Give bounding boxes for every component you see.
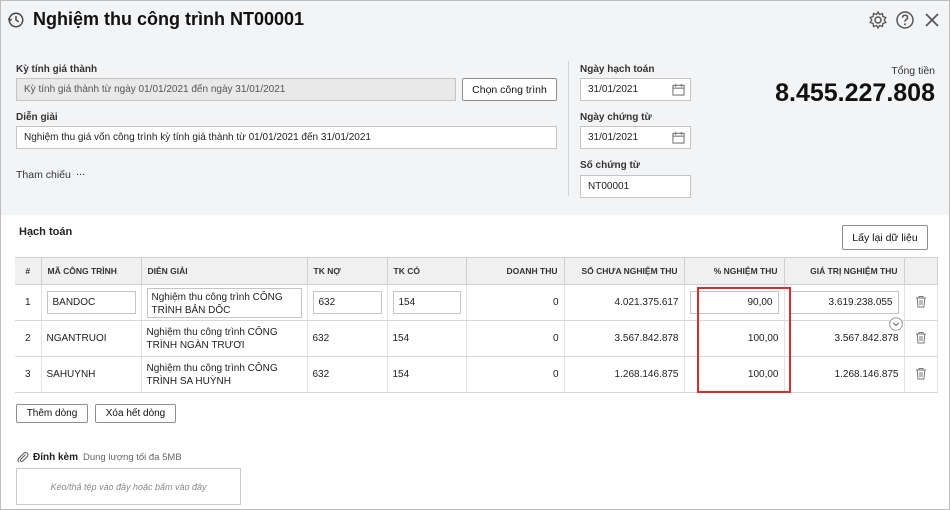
dien-giai-cell[interactable]: Nghiệm thu công trình CÔNG TRÌNH SA HUỲN… [141,356,308,393]
help-icon[interactable] [895,10,915,30]
col-ma-cong-trinh[interactable]: MÃ CÔNG TRÌNH [41,257,142,285]
col-tk-co[interactable]: TK CÓ [387,257,467,285]
calendar-icon[interactable] [672,83,685,96]
header-divider [568,61,569,196]
ngay-chung-tu-label: Ngày chứng từ [580,112,652,123]
so-chua-nghiem-thu-cell: 1.268.146.875 [564,356,685,393]
table-header-row: # MÃ CÔNG TRÌNH DIỄN GIẢI TK NỢ TK CÓ DO… [15,257,938,285]
tk-no-cell[interactable]: 632 [307,356,388,393]
tk-co-cell[interactable]: 154 [387,320,467,357]
hach-toan-title: Hạch toán [19,226,73,238]
ma-cong-trinh-cell[interactable]: SAHUYNH [41,356,142,393]
so-chua-nghiem-thu-cell: 4.021.375.617 [564,284,685,321]
attachment-dropzone[interactable]: Kéo/thả tệp vào đây hoặc bấm vào đây [16,468,241,505]
row-stt: 3 [15,356,42,393]
doanh-thu-cell: 0 [466,356,565,393]
so-chung-tu-field[interactable]: NT00001 [580,175,691,198]
gear-icon[interactable] [868,10,888,30]
tham-chieu-label: Tham chiếu [16,169,71,181]
hach-toan-table: # MÃ CÔNG TRÌNH DIỄN GIẢI TK NỢ TK CÓ DO… [15,257,938,393]
tong-tien-value: 8.455.227.808 [775,79,935,107]
dien-giai-label: Diễn giải [16,112,58,123]
table-row[interactable]: 1 BANDOC Nghiệm thu công trình CÔNG TRÌN… [15,284,938,321]
tong-tien-label: Tổng tiền [891,65,935,77]
table-row[interactable]: 3 SAHUYNH Nghiệm thu công trình CÔNG TRÌ… [15,356,938,393]
dien-giai-input[interactable]: Nghiệm thu công trình CÔNG TRÌNH BẢN DỐC [146,287,302,318]
attachment-label: Đính kèm [33,452,79,463]
ky-tinh-gia-thanh-label: Kỳ tính giá thành [16,64,98,75]
col-stt: # [15,257,42,285]
ngay-chung-tu-value: 31/01/2021 [588,132,639,143]
trash-icon[interactable] [915,295,927,308]
col-so-chua-nghiem-thu[interactable]: SỐ CHƯA NGHIỆM THU [564,257,685,285]
title-bar: Nghiệm thu công trình NT00001 [1,1,949,39]
row-stt: 2 [15,320,42,357]
chon-cong-trinh-button[interactable]: Chọn công trình [462,78,557,101]
col-gia-tri-nghiem-thu[interactable]: GIÁ TRỊ NGHIỆM THU [784,257,905,285]
col-phan-tram-nghiem-thu[interactable]: % NGHIỆM THU [684,257,785,285]
doanh-thu-cell: 0 [466,284,565,321]
ngay-chung-tu-field[interactable]: 31/01/2021 [580,126,691,149]
dien-giai-field[interactable]: Nghiệm thu giá vốn công trình kỳ tính gi… [16,126,557,149]
so-chung-tu-label: Số chứng từ [580,160,641,171]
trash-icon[interactable] [915,367,927,380]
chevron-down-icon[interactable] [889,317,903,331]
so-chua-nghiem-thu-cell: 3.567.842.878 [564,320,685,357]
doanh-thu-cell: 0 [466,320,565,357]
gia-tri-nghiem-thu-cell[interactable]: 1.268.146.875 [784,356,905,393]
phan-tram-nghiem-thu-cell[interactable]: 100,00 [684,356,785,393]
table-row[interactable]: 2 NGANTRUOI Nghiệm thu công trình CÔNG T… [15,320,938,357]
row-stt: 1 [15,284,42,321]
header-panel: Nghiệm thu công trình NT00001 Kỳ tính gi… [1,1,949,215]
col-doanh-thu[interactable]: DOANH THU [466,257,565,285]
phan-tram-nghiem-thu-input[interactable]: 90,00 [689,291,779,314]
tk-co-cell[interactable]: 154 [387,356,467,393]
add-row-button[interactable]: Thêm dòng [16,404,88,423]
tham-chieu-more-button[interactable]: ... [76,166,85,178]
gia-tri-nghiem-thu-input[interactable]: 3.619.238.055 [789,291,899,314]
ngay-hach-toan-field[interactable]: 31/01/2021 [580,78,691,101]
col-dien-giai[interactable]: DIỄN GIẢI [141,257,308,285]
col-tk-no[interactable]: TK NỢ [307,257,388,285]
tk-co-input[interactable]: 154 [392,291,461,314]
window: Nghiệm thu công trình NT00001 Kỳ tính gi… [0,0,950,510]
ma-cong-trinh-cell[interactable]: NGANTRUOI [41,320,142,357]
ngay-hach-toan-value: 31/01/2021 [588,84,639,95]
delete-all-rows-button[interactable]: Xóa hết dòng [95,404,176,423]
tk-no-input[interactable]: 632 [312,291,382,314]
paperclip-icon [17,451,29,463]
ky-tinh-gia-thanh-field[interactable]: Kỳ tính giá thành từ ngày 01/01/2021 đến… [16,78,456,101]
attachment-limit: Dung lượng tối đa 5MB [83,452,182,463]
trash-icon[interactable] [915,331,927,344]
calendar-icon[interactable] [672,131,685,144]
reload-data-button[interactable]: Lấy lại dữ liệu [842,225,928,250]
gia-tri-nghiem-thu-cell[interactable]: 3.567.842.878 [784,320,905,357]
page-title: Nghiệm thu công trình NT00001 [33,9,305,29]
close-icon[interactable] [922,10,942,30]
phan-tram-nghiem-thu-cell[interactable]: 100,00 [684,320,785,357]
tk-no-cell[interactable]: 632 [307,320,388,357]
history-icon[interactable] [7,11,25,29]
col-actions [904,257,938,285]
dien-giai-cell[interactable]: Nghiệm thu công trình CÔNG TRÌNH NGÀN TR… [141,320,308,357]
ma-cong-trinh-input[interactable]: BANDOC [46,291,136,314]
ngay-hach-toan-label: Ngày hạch toán [580,64,655,75]
